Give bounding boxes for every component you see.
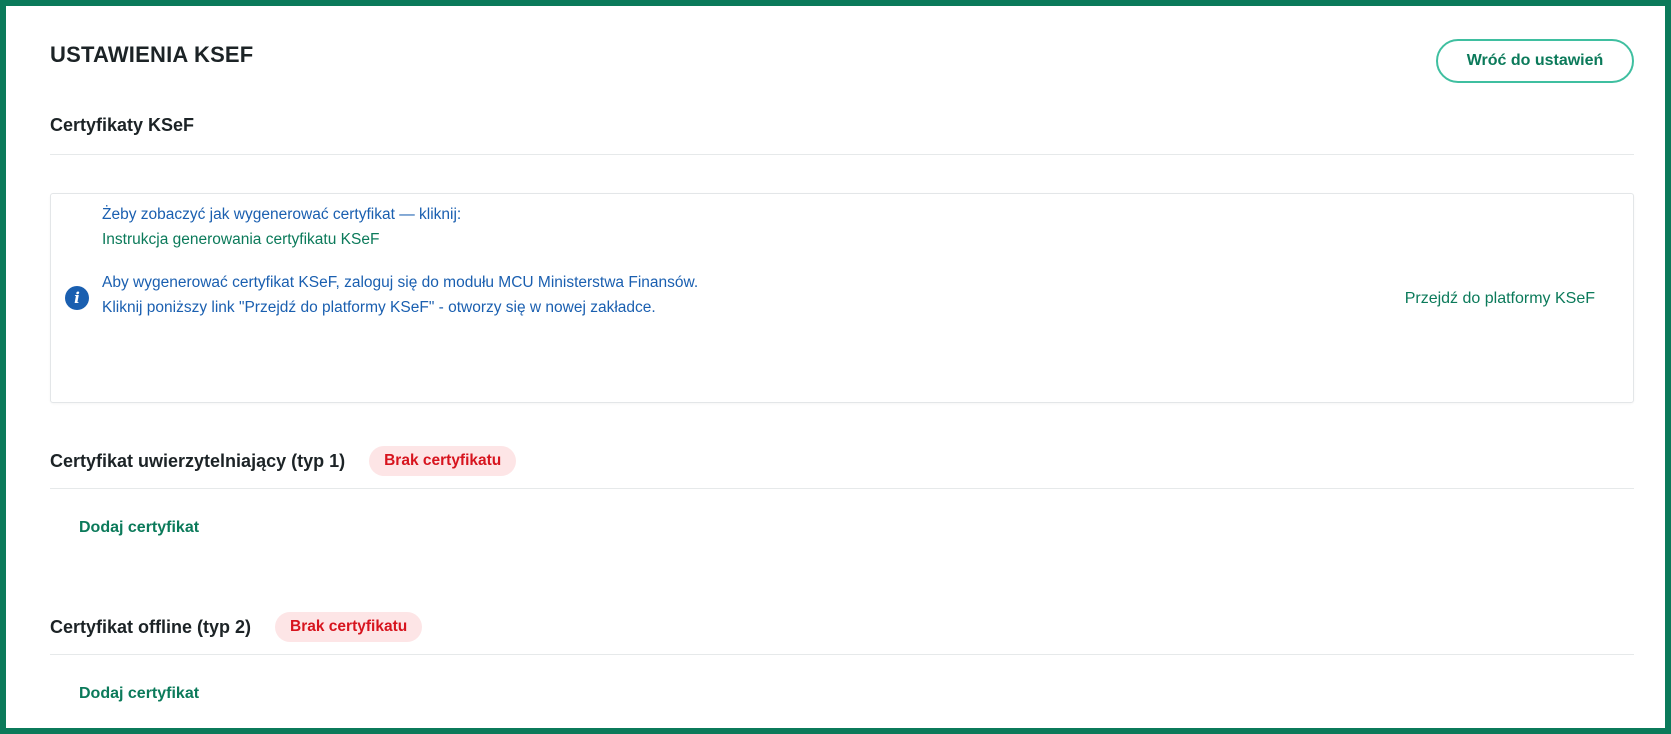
certificates-section-title: Certyfikaty KSeF xyxy=(50,115,195,135)
back-to-settings-button[interactable]: Wróć do ustawień xyxy=(1436,39,1634,83)
divider xyxy=(50,654,1634,655)
instruction-link[interactable]: Instrukcja generowania certyfikatu KSeF xyxy=(102,231,379,249)
go-to-ksef-platform-link[interactable]: Przejdź do platformy KSeF xyxy=(1405,290,1595,308)
divider xyxy=(50,154,1634,155)
info-text-line: Kliknij poniższy link "Przejdź do platfo… xyxy=(102,299,656,316)
info-text-line: Żeby zobaczyć jak wygenerować certyfikat… xyxy=(102,206,462,223)
cert-type2-title: Certyfikat offline (typ 2) xyxy=(50,616,252,637)
info-icon: i xyxy=(65,286,89,310)
status-badge: Brak certyfikatu xyxy=(275,612,423,642)
cert-type2-header: Certyfikat offline (typ 2) Brak certyfik… xyxy=(50,612,423,642)
app-frame: USTAWIENIA KSEF Wróć do ustawień Certyfi… xyxy=(0,0,1671,734)
divider xyxy=(50,488,1634,489)
settings-content: USTAWIENIA KSEF Wróć do ustawień Certyfi… xyxy=(50,6,1634,728)
add-certificate-type2-button[interactable]: Dodaj certyfikat xyxy=(79,685,199,703)
add-certificate-type1-button[interactable]: Dodaj certyfikat xyxy=(79,519,199,537)
cert-type1-header: Certyfikat uwierzytelniający (typ 1) Bra… xyxy=(50,446,517,476)
info-text-line: Aby wygenerować certyfikat KSeF, zaloguj… xyxy=(102,274,699,291)
info-card: i Żeby zobaczyć jak wygenerować certyfik… xyxy=(50,193,1634,403)
status-badge: Brak certyfikatu xyxy=(369,446,517,476)
cert-type1-title: Certyfikat uwierzytelniający (typ 1) xyxy=(50,450,346,471)
page-title: USTAWIENIA KSEF xyxy=(50,42,254,67)
